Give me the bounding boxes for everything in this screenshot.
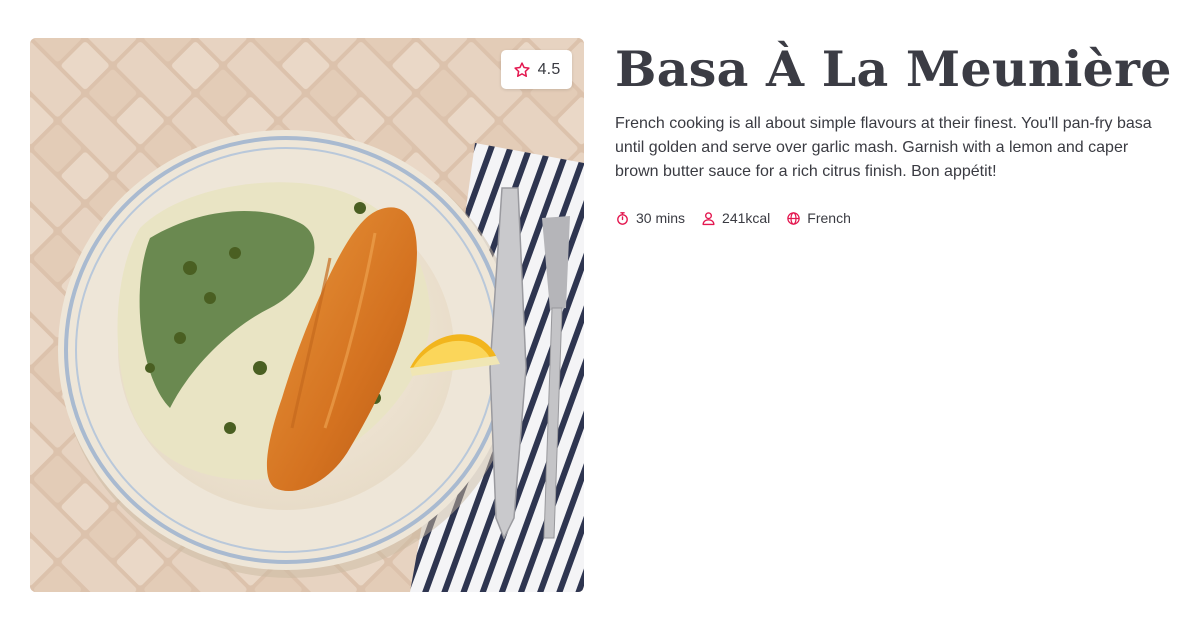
meta-cuisine: French (786, 210, 851, 226)
stopwatch-icon (617, 211, 628, 225)
meta-time: 30 mins (615, 210, 685, 226)
recipe-title: Basa À La Meunière (615, 40, 1172, 98)
recipe-details: Basa À La Meunière French cooking is all… (615, 38, 1175, 226)
rating-badge[interactable]: 4.5 (501, 50, 572, 89)
globe-icon (787, 211, 801, 225)
recipe-description: French cooking is all about simple flavo… (615, 115, 1152, 180)
meta-calories: 241kcal (701, 210, 770, 226)
star-icon (513, 61, 530, 77)
recipe-meta: 30 mins 241kcal French (615, 210, 1175, 226)
recipe-card: 4.5 Basa À La Meunière French cooking is… (0, 0, 1200, 630)
food-photo (30, 38, 584, 592)
recipe-image[interactable]: 4.5 (30, 38, 584, 592)
meta-time-label: 30 mins (636, 210, 686, 226)
meta-calories-label: 241kcal (722, 210, 771, 226)
rating-value: 4.5 (537, 60, 561, 78)
meta-cuisine-label: French (807, 210, 851, 226)
person-icon (702, 211, 715, 225)
